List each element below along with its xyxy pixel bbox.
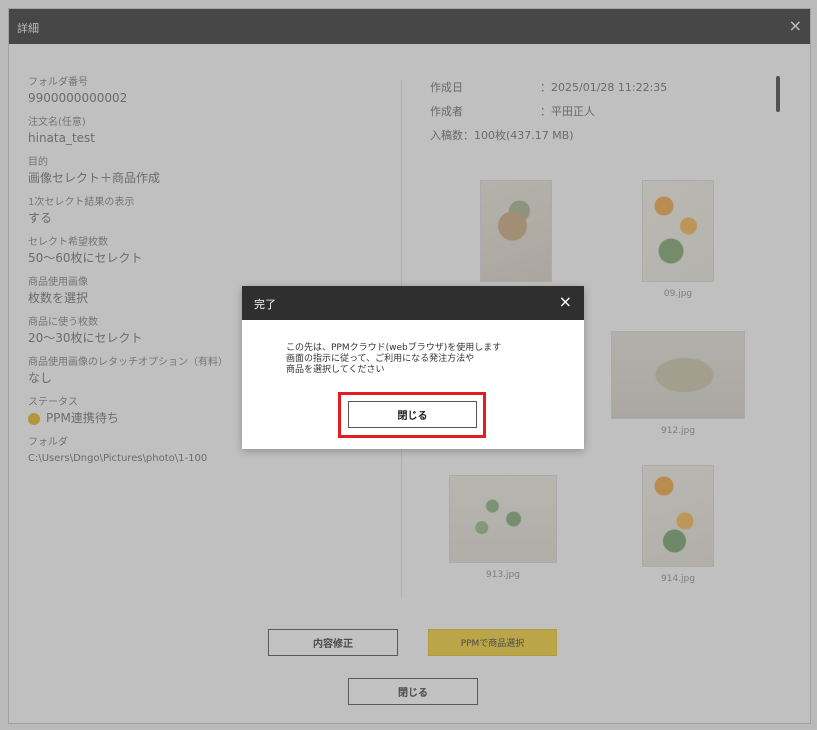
dialog-message: この先は、PPMクラウド(webブラウザ)を使用します 画面の指示に従って、ご利… [286,343,556,376]
dialog-close-icon[interactable]: × [559,293,572,311]
dialog-message-line: 画面の指示に従って、ご利用になる発注方法や [286,354,475,364]
dialog-title: 完了 [254,298,276,311]
dialog-header: 完了 × [242,286,584,320]
dialog-close-button[interactable]: 閉じる [348,401,477,428]
dialog-message-line: この先は、PPMクラウド(webブラウザ)を使用します [286,343,502,353]
dialog-message-line: 商品を選択してください [286,365,385,375]
